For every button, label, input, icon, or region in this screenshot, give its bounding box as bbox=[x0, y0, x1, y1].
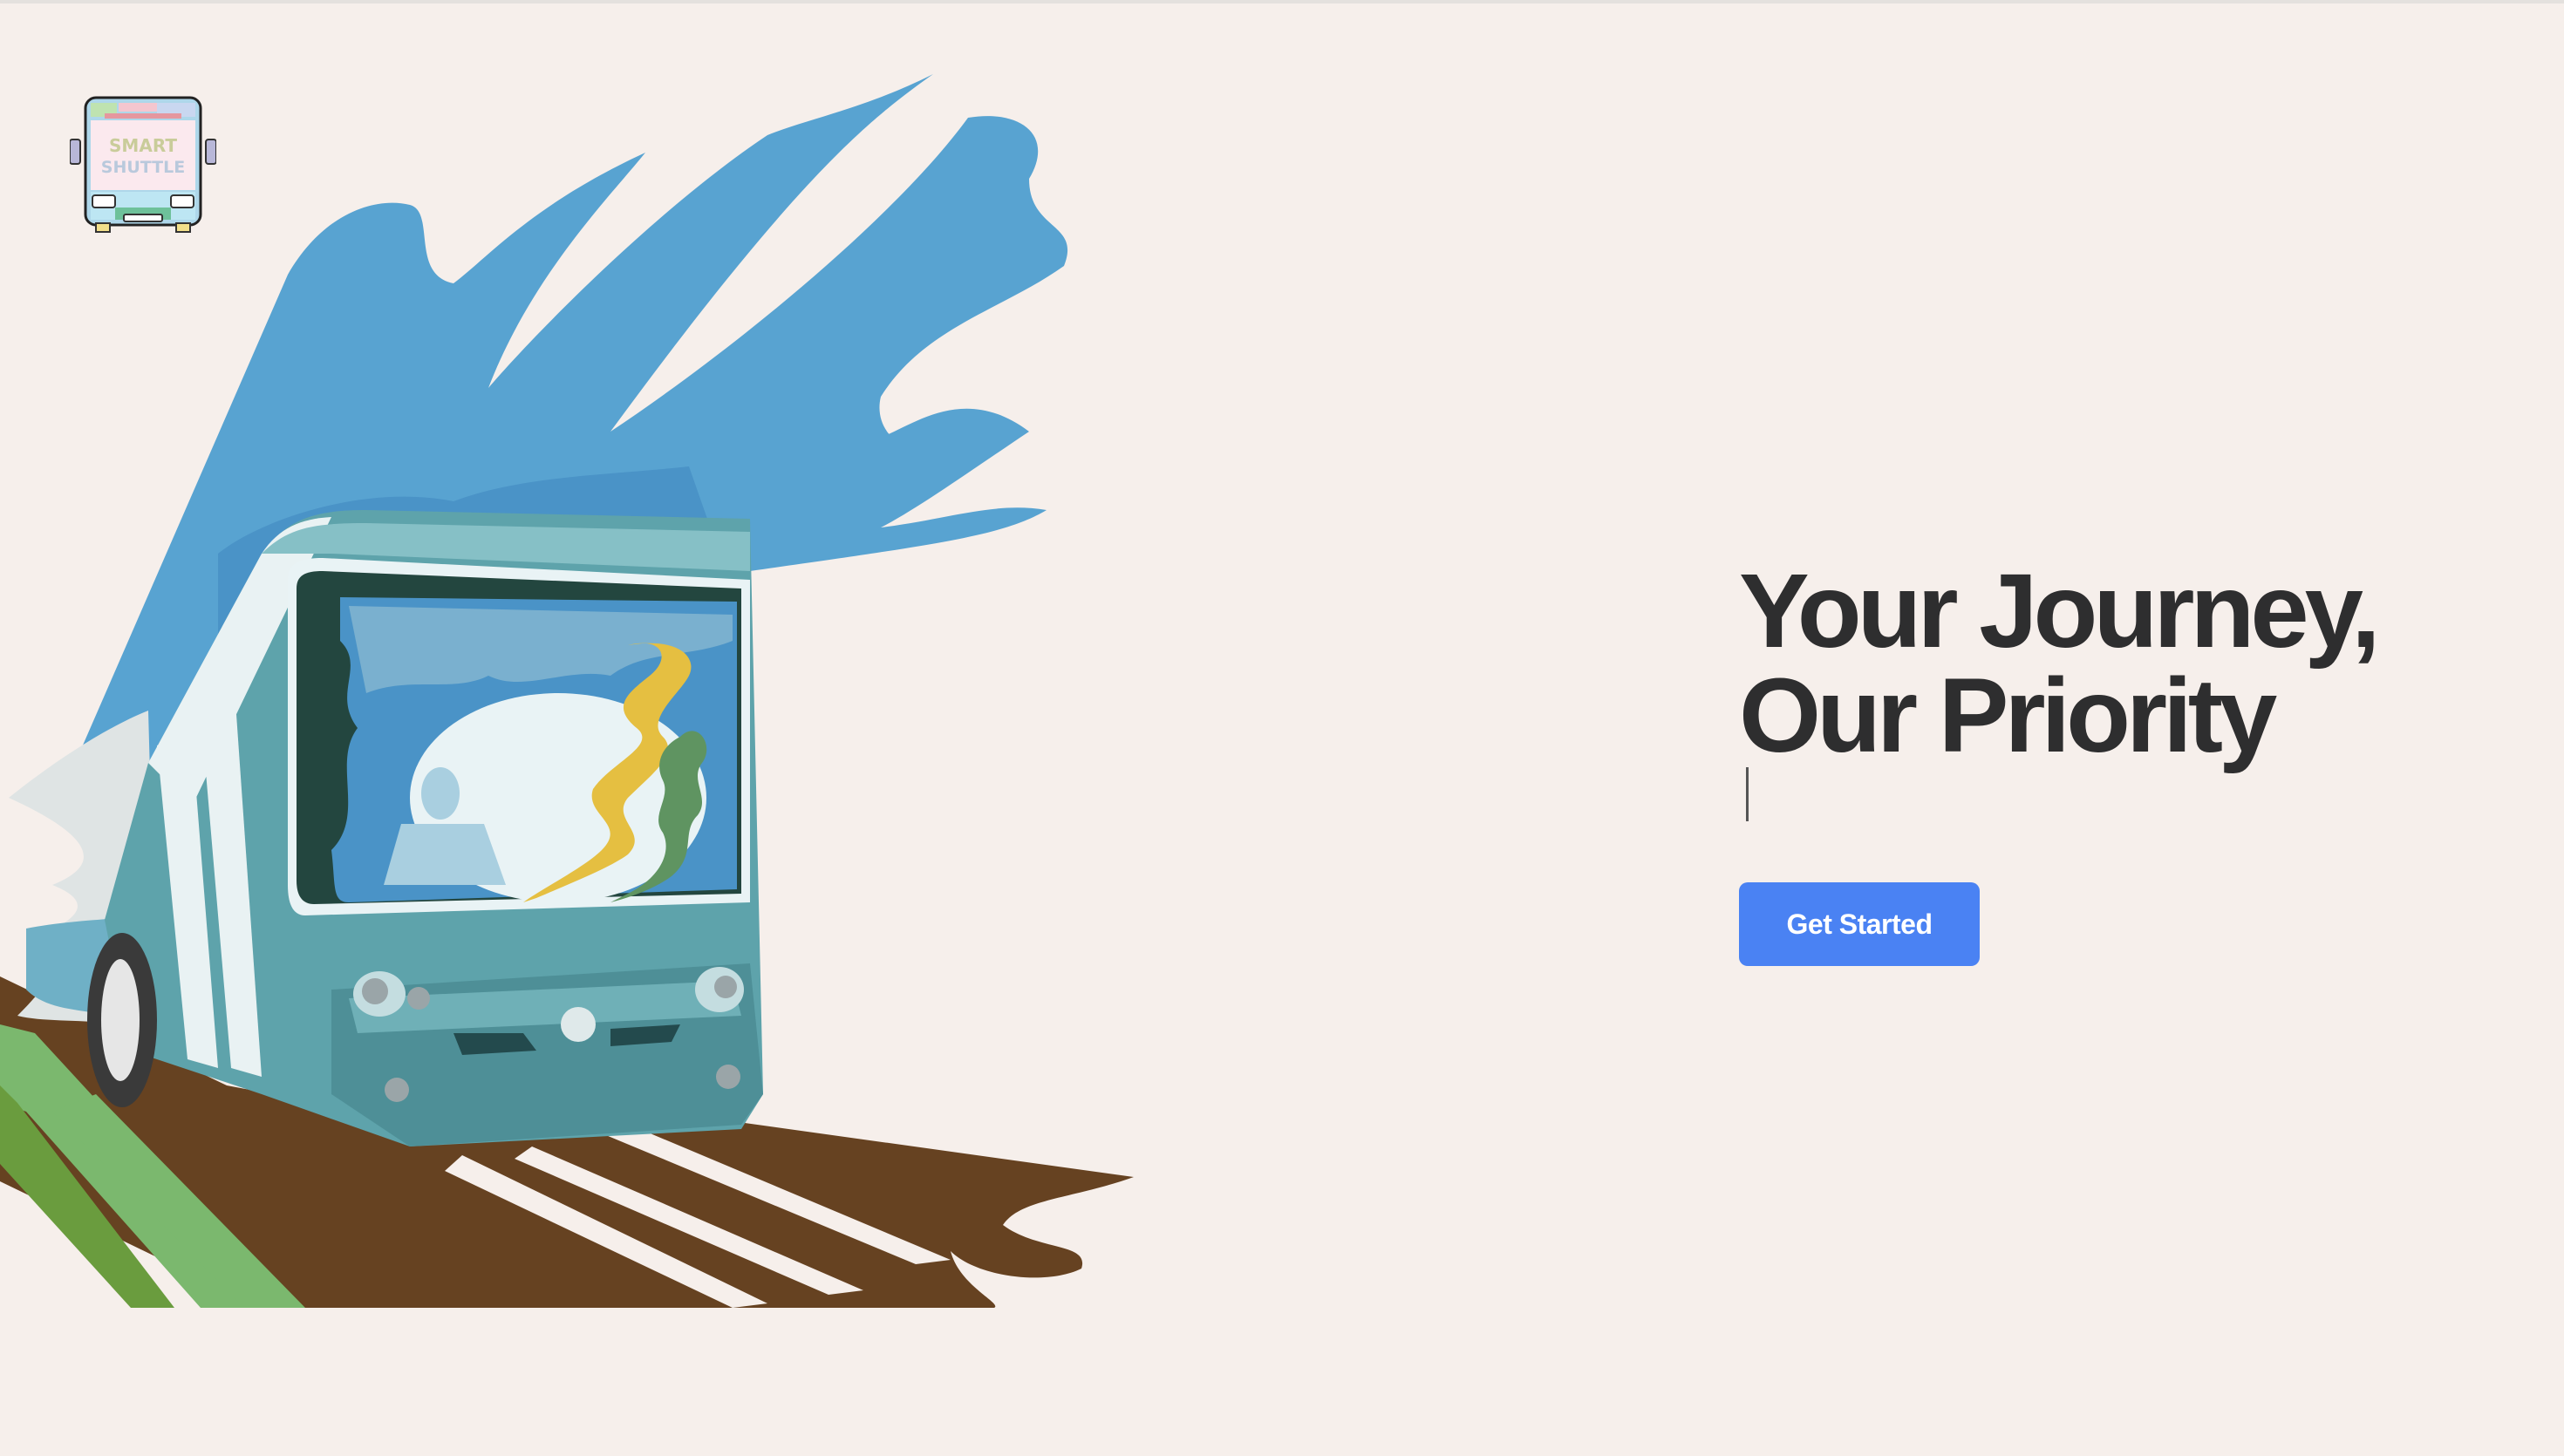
headline-line-2-text: Our Priority bbox=[1739, 656, 2277, 774]
top-border bbox=[0, 0, 2564, 3]
bus-illustration bbox=[0, 74, 1134, 1308]
get-started-button[interactable]: Get Started bbox=[1739, 882, 1980, 966]
hero-section: Your Journey, Our Priority Get Started bbox=[1739, 558, 2489, 966]
hero-headline: Your Journey, Our Priority bbox=[1739, 558, 2489, 821]
headline-line-2: Our Priority bbox=[1739, 663, 2489, 821]
text-caret bbox=[1746, 767, 1749, 821]
headline-line-1: Your Journey, bbox=[1739, 551, 2381, 670]
